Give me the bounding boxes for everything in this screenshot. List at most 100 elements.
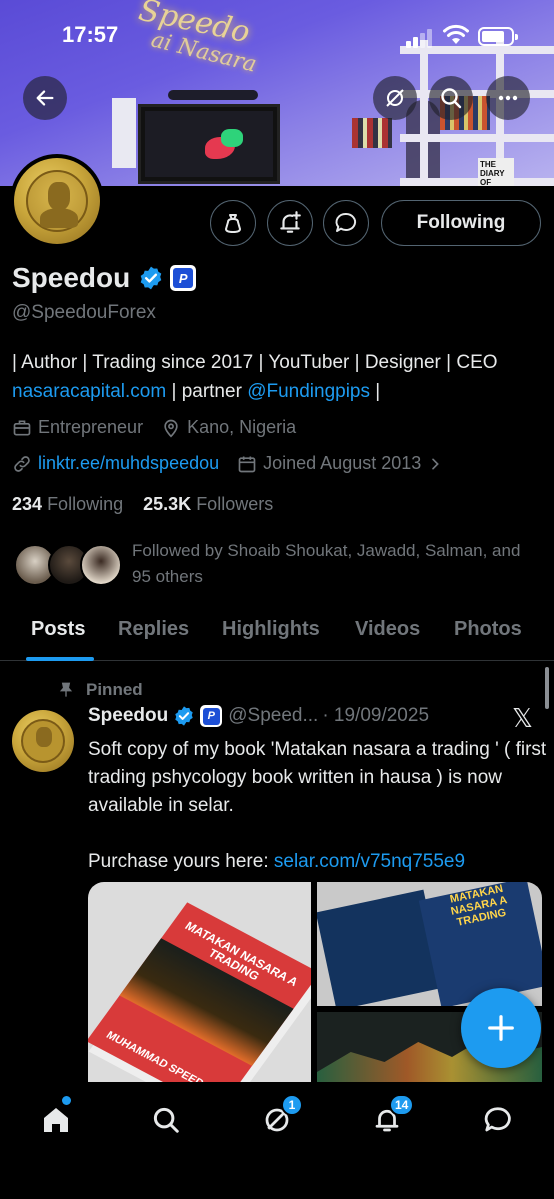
verified-badge-icon (175, 706, 193, 726)
profile-handle: @SpeedouForex (12, 302, 156, 323)
battery-icon (478, 27, 518, 46)
profile-tabs: Posts Replies Highlights Videos Photos (0, 606, 554, 661)
avatar[interactable] (12, 710, 74, 772)
post-link[interactable]: selar.com/v75nq755e9 (274, 851, 465, 872)
followers-stat[interactable]: 25.3K Followers (143, 494, 273, 514)
tab-photos[interactable]: Photos (454, 618, 522, 641)
nav-grok[interactable]: 1 (257, 1094, 303, 1140)
profile-category: Entrepreneur (38, 417, 144, 437)
profile-joined: Joined August 2013 (263, 453, 422, 473)
nav-home[interactable] (36, 1100, 76, 1140)
signal-icon (406, 28, 434, 48)
bio-link-website[interactable]: nasaracapital.com (12, 381, 166, 402)
avatar (80, 544, 122, 586)
link-icon (14, 455, 30, 472)
avatar[interactable] (10, 154, 104, 248)
post-body-2: Purchase yours here: (88, 851, 274, 872)
nav-search[interactable] (146, 1100, 186, 1140)
location-pin-icon (164, 419, 178, 438)
tab-replies[interactable]: Replies (118, 618, 189, 641)
bio-mention-fundingpips[interactable]: @Fundingpips (247, 381, 370, 402)
post-body: Soft copy of my book 'Matakan nasara a t… (88, 739, 547, 816)
compose-button[interactable] (461, 988, 541, 1068)
x-logo-icon[interactable]: 𝕏 (512, 704, 533, 734)
more-button[interactable] (486, 76, 530, 120)
nav-notifications[interactable]: 14 (367, 1094, 415, 1140)
chevron-right-icon (432, 458, 440, 469)
search-icon (441, 88, 462, 109)
following-count: 234 (12, 494, 43, 514)
profile-name: Speedou P (12, 262, 197, 294)
arrow-left-icon (36, 90, 54, 106)
profile-meta-row-2: linktr.ee/muhdspeedou Joined August 2013 (12, 453, 467, 474)
status-time: 17:57 (62, 22, 119, 47)
home-icon (44, 1108, 68, 1132)
pinned-text: Pinned (86, 680, 143, 699)
money-bag-icon (225, 214, 241, 233)
pin-icon (59, 682, 73, 697)
verified-badge-icon[interactable] (138, 265, 164, 291)
banner-lamp (168, 90, 258, 100)
affiliate-badge[interactable]: P (170, 265, 197, 291)
post-handle: @Speed... (228, 705, 319, 726)
status-bar: 17:57 (0, 0, 554, 72)
banner-second-screen (112, 98, 136, 168)
search-button[interactable] (429, 76, 473, 120)
following-stat[interactable]: 234 Following (12, 494, 123, 514)
bio-text: | Author | Trading since 2017 | YouTuber… (12, 352, 498, 373)
messages-icon (484, 1107, 511, 1132)
back-button[interactable] (23, 76, 67, 120)
message-button[interactable] (323, 200, 369, 246)
post-date: · 19/09/2025 (322, 705, 430, 726)
tab-posts[interactable]: Posts (31, 618, 85, 641)
following-label: Following (47, 494, 124, 514)
joined-date[interactable]: Joined August 2013 (237, 453, 449, 474)
tab-indicator (26, 657, 94, 661)
followed-by-avatars[interactable] (14, 544, 124, 588)
bio-text-end: | (370, 381, 381, 402)
more-icon (498, 95, 518, 101)
wifi-icon (443, 24, 469, 44)
followers-count: 25.3K (143, 494, 192, 514)
profile-location: Kano, Nigeria (187, 417, 297, 437)
banner-books (352, 118, 392, 148)
bottom-nav: 1 14 (0, 1082, 554, 1199)
affiliate-badge: P (200, 705, 223, 727)
scrollbar[interactable] (545, 667, 549, 709)
pinned-label: Pinned (58, 680, 143, 700)
affiliate-badge-text: P (173, 268, 194, 288)
calendar-icon (238, 456, 256, 472)
banner-monitor (138, 104, 280, 184)
notifications-badge: 14 (389, 1094, 415, 1116)
nav-messages[interactable] (478, 1100, 518, 1140)
briefcase-icon (13, 420, 31, 435)
following-button[interactable]: Following (381, 200, 541, 246)
tip-button[interactable] (210, 200, 256, 246)
post-image-2[interactable]: MATAKAN NASARA A TRADING (317, 882, 542, 1006)
followers-label: Followers (196, 494, 274, 514)
grok-badge: 1 (281, 1094, 303, 1116)
search-icon (153, 1107, 179, 1133)
profile-meta-row-1: Entrepreneur Kano, Nigeria (12, 417, 314, 438)
post-author[interactable]: Speedou (88, 705, 168, 727)
profile-name-text: Speedou (12, 262, 131, 293)
tab-videos[interactable]: Videos (355, 618, 420, 641)
notify-button[interactable] (267, 200, 313, 246)
post-image-1[interactable]: MATAKAN NASARA A TRADING MUHAMMAD SPEEDO… (88, 882, 311, 1082)
tab-highlights[interactable]: Highlights (222, 618, 320, 641)
profile-stats: 234 Following 25.3K Followers (12, 494, 273, 515)
translate-off-icon (386, 89, 404, 107)
bio-text-mid: | partner (166, 381, 248, 402)
banner-book-cover: THE DIARY OF (478, 158, 514, 186)
translate-button[interactable] (373, 76, 417, 120)
post-header: Speedou P @Speed... · 19/09/2025 (88, 705, 429, 727)
post-text: Soft copy of my book 'Matakan nasara a t… (88, 736, 548, 876)
followed-by-text[interactable]: Followed by Shoaib Shoukat, Jawadd, Salm… (132, 538, 542, 590)
plus-icon (488, 1015, 514, 1041)
chat-bubble-icon (335, 212, 357, 232)
profile-website-link[interactable]: linktr.ee/muhdspeedou (38, 453, 219, 474)
profile-bio: | Author | Trading since 2017 | YouTuber… (12, 348, 548, 406)
bell-plus-icon (280, 211, 301, 233)
home-unread-dot (62, 1096, 71, 1105)
affiliate-badge-text: P (202, 707, 220, 725)
